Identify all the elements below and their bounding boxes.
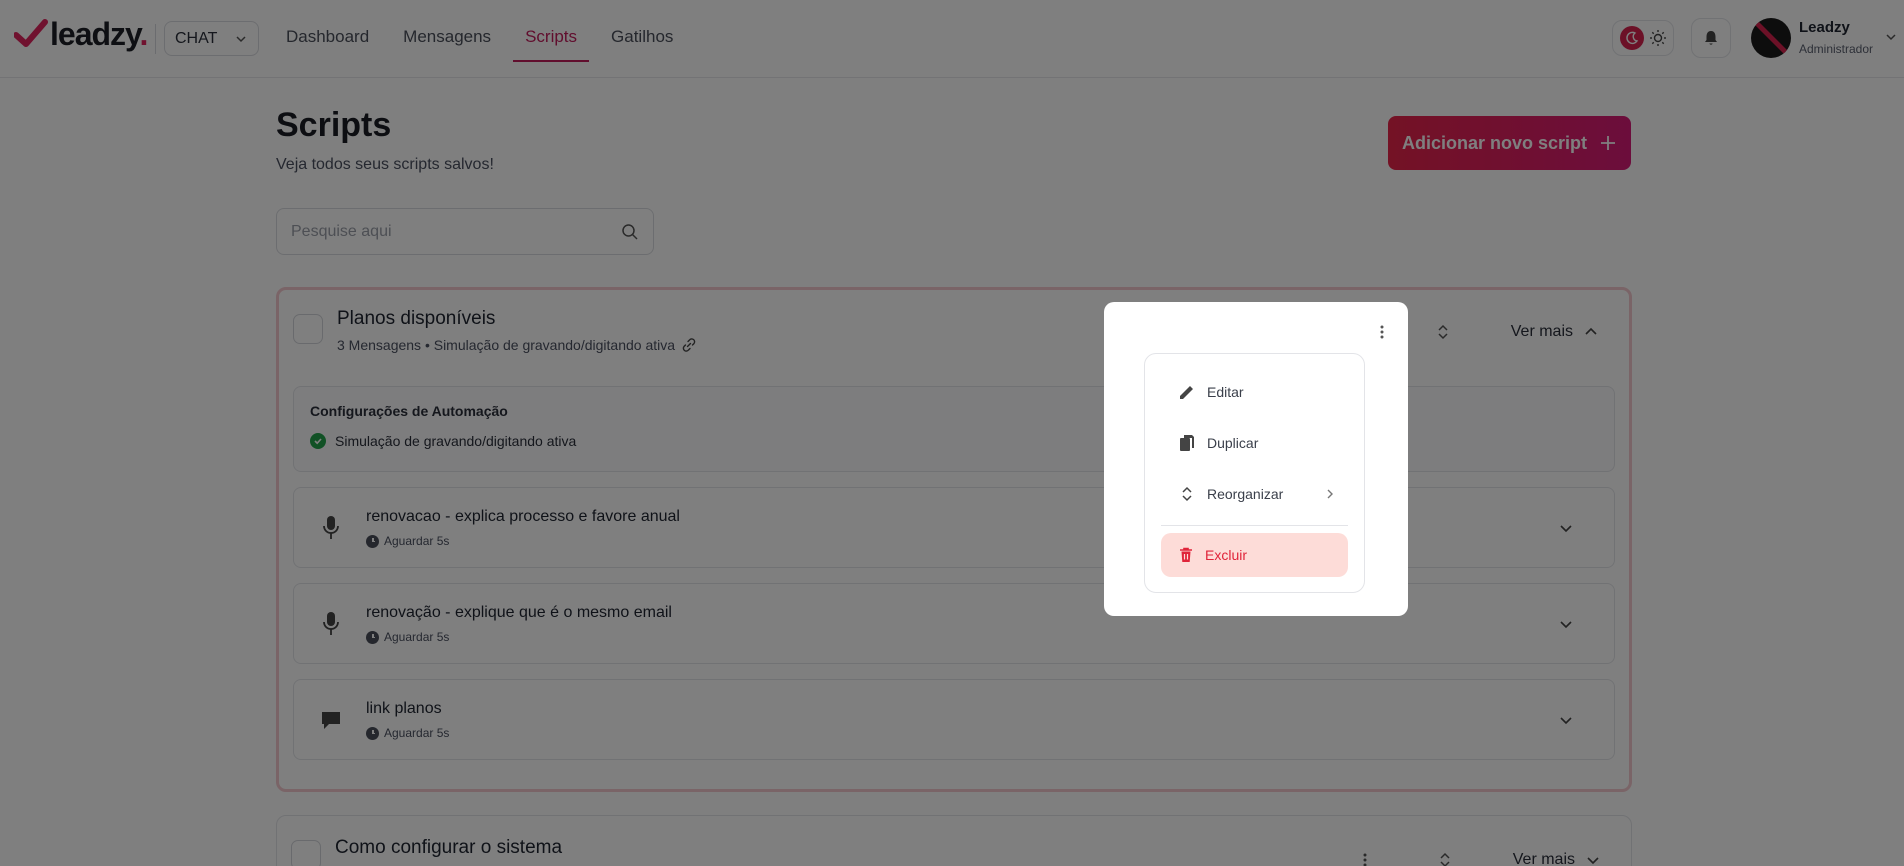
chevron-right-icon (1327, 489, 1333, 498)
trash-icon (1180, 547, 1192, 562)
modal-overlay[interactable] (0, 0, 1904, 866)
context-menu: Editar Duplicar Reorganizar Excluir (1144, 353, 1365, 593)
sort-icon (1182, 486, 1192, 501)
menu-item-excluir[interactable]: Excluir (1161, 533, 1348, 577)
menu-divider (1161, 525, 1348, 526)
pencil-icon (1180, 385, 1193, 399)
menu-item-label: Excluir (1205, 547, 1248, 563)
menu-item-editar[interactable]: Editar (1161, 366, 1348, 417)
menu-item-duplicar[interactable]: Duplicar (1161, 417, 1348, 468)
menu-item-label: Editar (1207, 383, 1244, 400)
menu-item-label: Reorganizar (1207, 485, 1284, 502)
more-options-button[interactable] (1370, 320, 1394, 344)
actions-popup: Editar Duplicar Reorganizar Excluir (1104, 302, 1408, 616)
copy-icon (1180, 434, 1194, 451)
menu-item-reorganizar[interactable]: Reorganizar (1161, 468, 1348, 519)
menu-item-label: Duplicar (1207, 434, 1259, 451)
more-vertical-icon (1380, 325, 1384, 339)
